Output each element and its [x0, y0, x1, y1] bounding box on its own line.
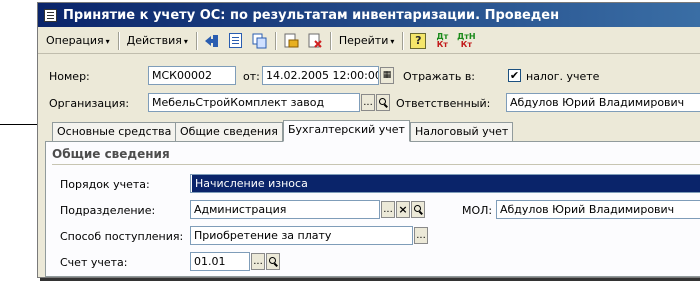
delete-button[interactable]: [305, 31, 325, 51]
actions-menu[interactable]: Действия ▾: [122, 32, 193, 49]
section-divider: [52, 164, 700, 165]
help-button[interactable]: ?: [408, 31, 428, 51]
account-label: Счет учета:: [60, 256, 128, 269]
toolbar-separator: [195, 31, 197, 50]
refresh-document-icon: [229, 33, 243, 48]
print-icon: [284, 33, 299, 47]
ellipsis-icon: ...: [253, 255, 263, 267]
help-icon: ?: [410, 32, 427, 49]
tab-label: Налоговый учет: [415, 125, 509, 138]
department-open-button[interactable]: [411, 201, 425, 218]
operation-menu-label: Операция: [46, 34, 104, 47]
goto-menu[interactable]: Перейти ▾: [334, 32, 400, 49]
tab-label: Основные средства: [57, 125, 172, 138]
chevron-down-icon: ▾: [183, 37, 188, 46]
receipt-method-select-button[interactable]: ...: [414, 227, 428, 244]
responsible-field[interactable]: Абдулов Юрий Владимирович: [506, 93, 700, 112]
department-clear-button[interactable]: ×: [396, 201, 410, 218]
department-select-button[interactable]: ...: [381, 201, 395, 218]
tax-accounting-checkbox[interactable]: ✔: [508, 69, 521, 82]
copy-button[interactable]: [250, 31, 270, 51]
number-field[interactable]: МСК00002: [148, 66, 236, 85]
toolbar-separator: [329, 31, 331, 50]
ellipsis-icon: ...: [363, 96, 373, 108]
window-title: Принятие к учету ОС: по результатам инве…: [63, 7, 560, 23]
chevron-down-icon: ▾: [390, 37, 395, 46]
receipt-method-label: Способ поступления:: [60, 230, 184, 243]
toolbar-separator: [402, 31, 404, 50]
number-label: Номер:: [49, 70, 90, 83]
operation-menu[interactable]: Операция ▾: [41, 32, 115, 49]
tax-accounting-label: налог. учете: [526, 70, 600, 83]
mol-label: МОЛ:: [462, 204, 493, 217]
account-select-button[interactable]: ...: [251, 253, 265, 270]
tab-label: Общие сведения: [180, 125, 278, 138]
tab-tax-accounting[interactable]: Налоговый учет: [410, 122, 514, 141]
dt-kt-tax-icon: ДтН Кт: [457, 31, 476, 49]
tab-fixed-assets[interactable]: Основные средства: [52, 122, 177, 141]
toolbar: Операция ▾ Действия ▾ Перейти ▾ ? Дт Кт …: [38, 28, 700, 54]
refresh-button[interactable]: [226, 31, 246, 51]
dt-kt-button[interactable]: Дт Кт: [432, 31, 452, 51]
mol-field[interactable]: Абдулов Юрий Владимирович: [496, 200, 700, 219]
organization-select-button[interactable]: ...: [361, 94, 375, 111]
calendar-button[interactable]: ▦: [380, 67, 394, 84]
copy-icon: [252, 33, 267, 48]
organization-field[interactable]: МебельСтройКомплект завод: [148, 93, 360, 112]
reflect-label: Отражать в:: [403, 70, 476, 83]
tab-general-info[interactable]: Общие сведения: [175, 122, 283, 141]
date-label: от:: [243, 70, 260, 83]
toolbar-separator: [274, 31, 276, 50]
chevron-down-icon: ▾: [105, 37, 110, 46]
document-icon: [44, 8, 57, 22]
accounting-order-field[interactable]: Начисление износа: [190, 174, 700, 193]
tab-label: Бухгалтерский учет: [288, 123, 405, 136]
ellipsis-icon: ...: [416, 229, 426, 241]
dt-kt-tax-button[interactable]: ДтН Кт: [456, 31, 476, 51]
enter-document-button[interactable]: [202, 31, 222, 51]
receipt-method-field[interactable]: Приобретение за плату: [190, 226, 413, 245]
accounting-order-value: Начисление износа: [192, 175, 700, 192]
document-window: Принятие к учету ОС: по результатам инве…: [37, 2, 700, 278]
dt-kt-icon: Дт Кт: [436, 31, 449, 49]
responsible-label: Ответственный:: [396, 97, 491, 110]
tab-accounting[interactable]: Бухгалтерский учет: [283, 120, 410, 142]
arrow-left-icon: [204, 34, 218, 47]
calendar-icon: ▦: [382, 70, 392, 80]
ellipsis-icon: ...: [383, 203, 393, 215]
title-bar[interactable]: Принятие к учету ОС: по результатам инве…: [38, 3, 700, 27]
account-open-button[interactable]: [266, 253, 280, 270]
toolbar-separator: [117, 31, 119, 50]
section-title: Общие сведения: [52, 147, 170, 161]
organization-label: Организация:: [49, 97, 130, 110]
clear-icon: ×: [398, 203, 408, 216]
account-field[interactable]: 01.01: [190, 252, 250, 271]
goto-menu-label: Перейти: [338, 34, 389, 47]
actions-menu-label: Действия: [126, 34, 182, 47]
accounting-order-label: Порядок учета:: [60, 178, 150, 191]
department-field[interactable]: Администрация: [190, 200, 380, 219]
delete-document-icon: [308, 33, 322, 48]
organization-open-button[interactable]: [376, 94, 390, 111]
department-label: Подразделение:: [60, 204, 156, 217]
date-field[interactable]: 14.02.2005 12:00:00: [262, 66, 379, 85]
print-button[interactable]: [281, 31, 301, 51]
